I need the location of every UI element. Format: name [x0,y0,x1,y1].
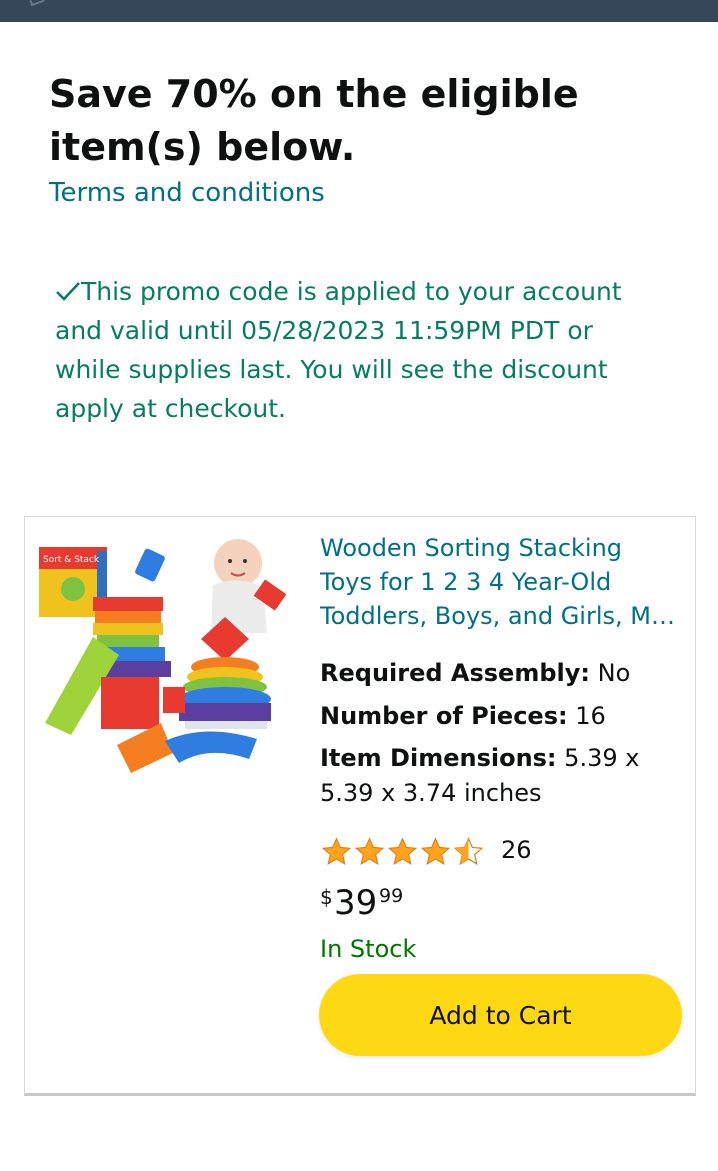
product-title-link[interactable]: Wooden Sorting Stacking Toys for 1 2 3 4… [320,531,680,633]
promo-applied-message: This promo code is applied to your accou… [55,272,665,428]
spec-value: No [597,659,631,687]
promo-headline: Save 70% on the eligible item(s) below. [49,68,689,174]
spec-number-of-pieces: Number of Pieces: 16 [320,699,685,734]
check-icon [55,276,81,301]
spec-label: Item Dimensions: [320,744,557,772]
star-full-icon [321,837,352,865]
price-fraction: 99 [379,885,404,907]
spec-required-assembly: Required Assembly: No [320,656,685,691]
spec-label: Required Assembly: [320,659,590,687]
star-full-icon [420,837,451,865]
terms-and-conditions-link[interactable]: Terms and conditions [49,174,325,212]
add-to-cart-button[interactable]: Add to Cart [319,974,682,1056]
promo-discount: Save 70% [49,72,257,116]
price-whole: 39 [334,883,378,923]
spec-label: Number of Pieces: [320,702,568,730]
promo-applied-text: This promo code is applied to your accou… [55,277,622,423]
rating-count[interactable]: 26 [501,833,532,867]
star-full-icon [354,837,385,865]
star-full-icon [387,837,418,865]
box-label: Sort & Stack [43,555,100,565]
product-image[interactable]: Sort & Stack [35,527,295,787]
star-rating[interactable] [320,835,485,869]
price-symbol: $ [320,885,333,909]
spec-value: 16 [575,702,606,730]
product-card: Sort & Stack Wooden Sorting Stacking Toy… [24,516,696,1096]
spec-item-dimensions: Item Dimensions: 5.39 x 5.39 x 3.74 inch… [320,741,685,811]
star-half-icon [453,837,484,866]
top-app-bar [0,0,718,22]
back-arrow-icon[interactable] [29,0,45,7]
availability-status: In Stock [320,935,417,963]
